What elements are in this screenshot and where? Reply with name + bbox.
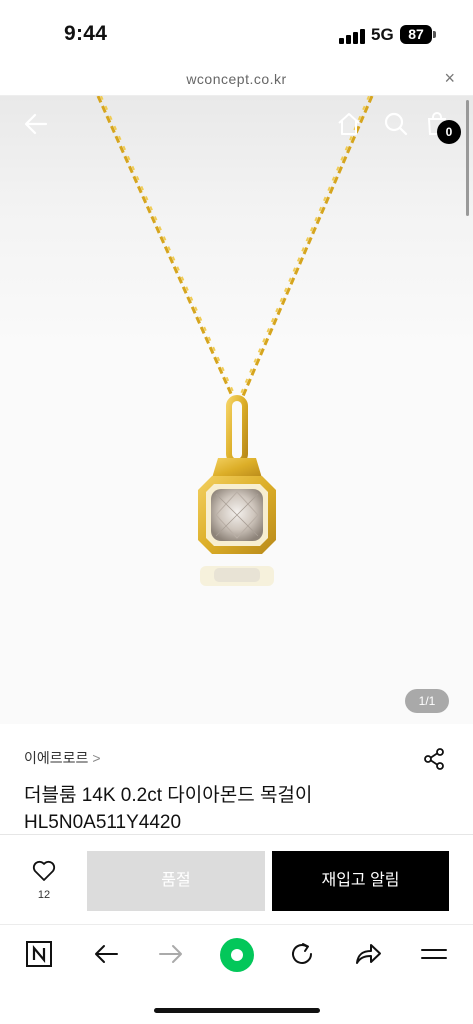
soldout-button[interactable]: 품절: [87, 851, 265, 911]
back-arrow-icon[interactable]: [24, 112, 48, 136]
reload-icon[interactable]: [289, 941, 315, 967]
share-icon[interactable]: [423, 748, 445, 770]
chevron-right-icon: >: [92, 750, 101, 766]
url-bar[interactable]: wconcept.co.kr ×: [0, 62, 473, 96]
menu-icon[interactable]: [421, 944, 447, 964]
network-type: 5G: [371, 25, 394, 44]
scrollbar[interactable]: [466, 100, 469, 216]
battery-icon: 87: [400, 25, 432, 44]
restock-alert-button[interactable]: 재입고 알림: [272, 851, 449, 911]
product-image[interactable]: 1/1: [0, 96, 473, 724]
necklace-image: [96, 96, 374, 586]
product-title: 더블룸 14K 0.2ct 다이아몬드 목걸이 HL5N0A511Y4420: [24, 782, 424, 836]
like-count: 12: [37, 889, 51, 901]
share-arrow-icon[interactable]: [354, 941, 382, 967]
signal-icon: [339, 28, 365, 44]
brand-link[interactable]: 이에르로르 >: [24, 748, 101, 768]
status-time: 9:44: [64, 22, 108, 45]
battery-tip: [433, 31, 436, 38]
heart-icon[interactable]: [32, 860, 56, 882]
status-bar: 9:44 5G 87: [0, 0, 473, 62]
brand-name[interactable]: 이에르로르: [24, 750, 88, 766]
green-dot-icon[interactable]: [219, 937, 255, 973]
close-icon[interactable]: ×: [444, 68, 455, 89]
divider: [0, 834, 473, 835]
browser-back-icon[interactable]: [93, 942, 119, 966]
product-name-line1: 더블룸 14K 0.2ct 다이아몬드 목걸이: [24, 785, 313, 806]
cart-count-badge: 0: [437, 120, 461, 144]
url-text[interactable]: wconcept.co.kr: [0, 71, 473, 87]
page-indicator: 1/1: [405, 689, 449, 713]
like-button[interactable]: 12: [24, 860, 64, 910]
search-icon[interactable]: [384, 112, 408, 136]
home-icon[interactable]: [337, 112, 361, 136]
home-indicator: [154, 1008, 320, 1013]
browser-forward-icon[interactable]: [158, 942, 184, 966]
product-code: HL5N0A511Y4420: [24, 812, 182, 833]
naver-n-icon[interactable]: [26, 941, 52, 967]
